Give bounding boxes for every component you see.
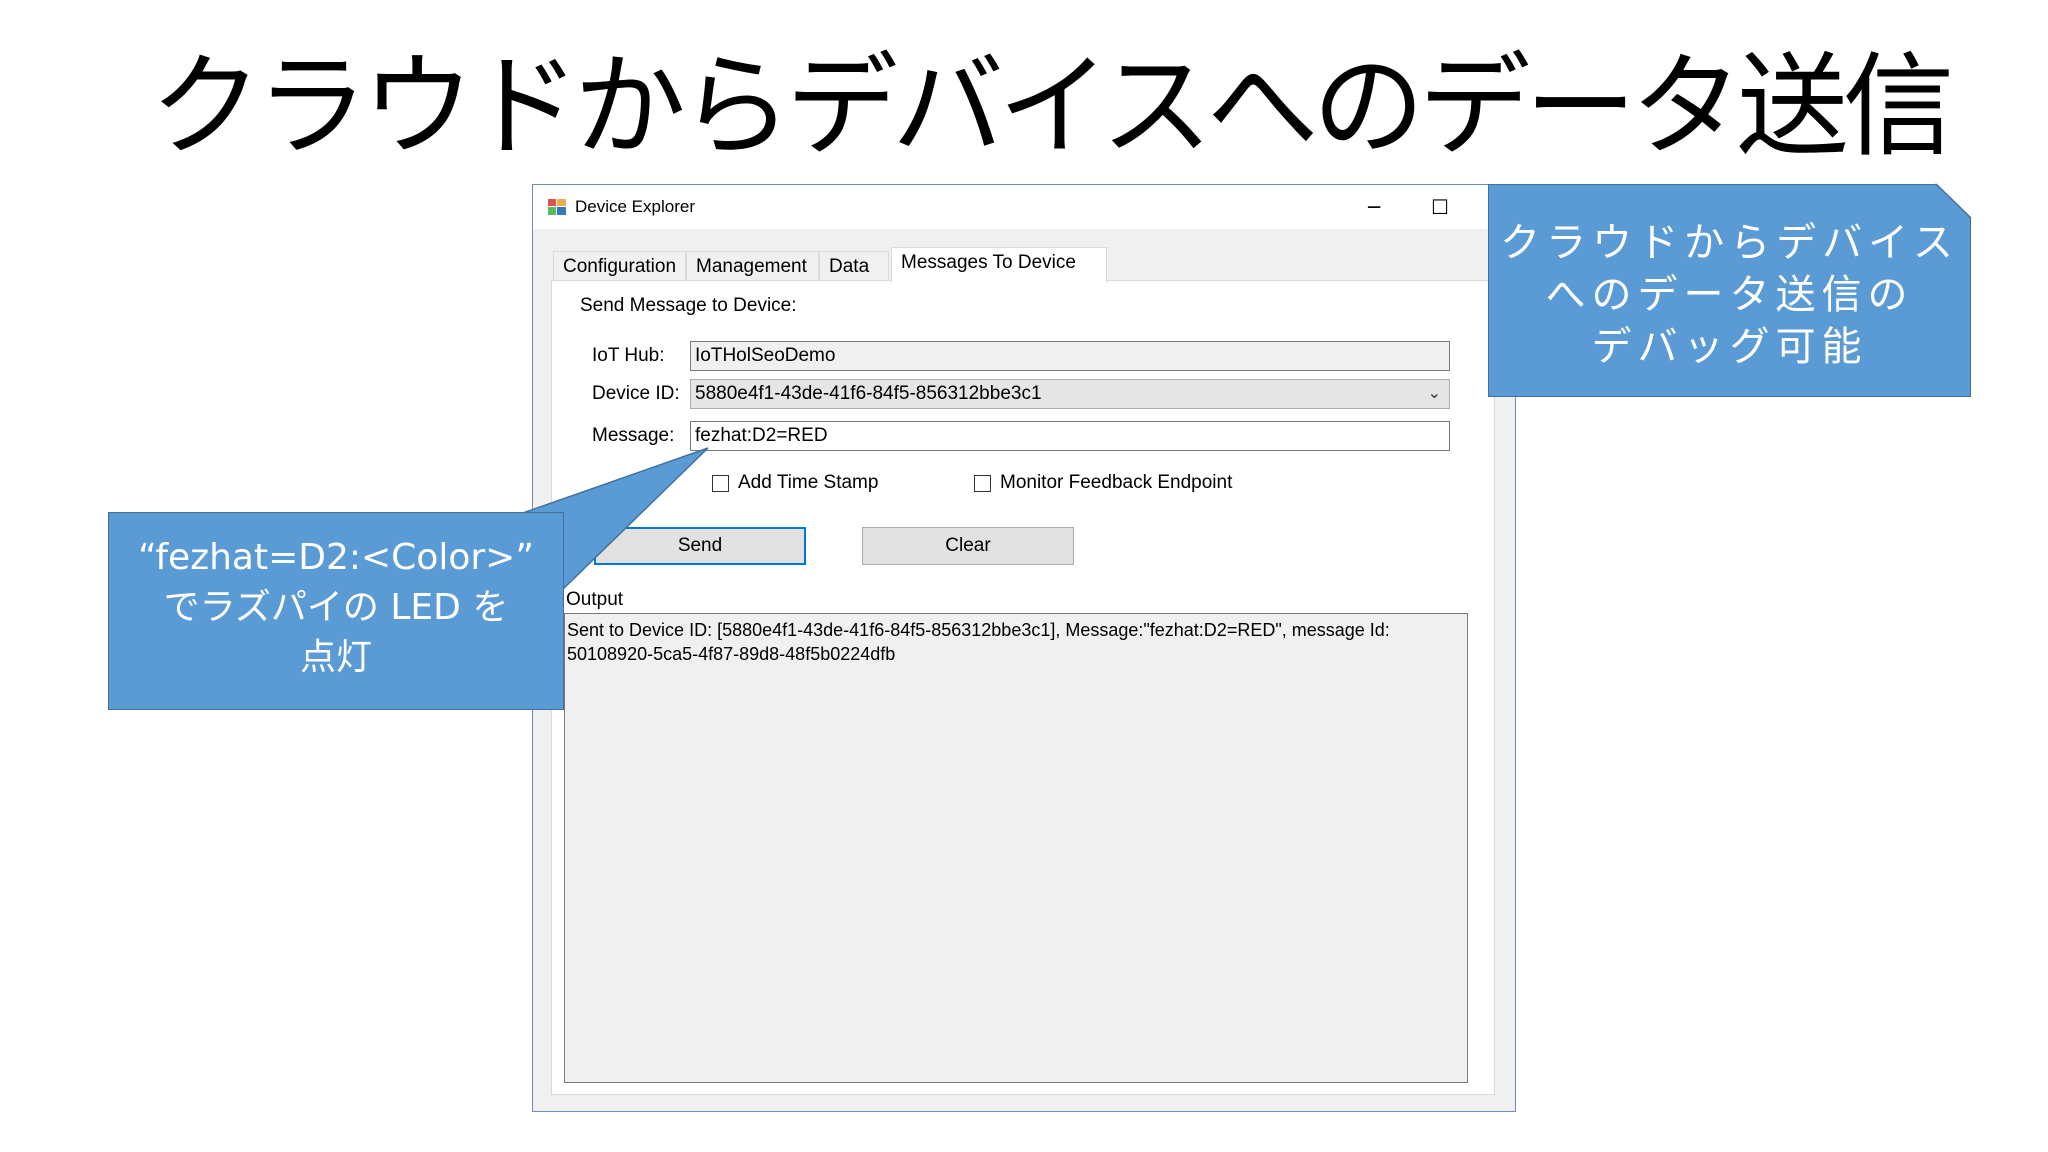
right-callout-line: へのデータ送信の	[1545, 272, 1914, 318]
right-callout: クラウドからデバイス へのデータ送信の デバッグ可能	[1488, 184, 1971, 397]
left-callout-line: 点灯	[299, 637, 372, 678]
left-callout-line: “fezhat=D2:<Color>”	[138, 537, 534, 578]
right-callout-line: デバッグ可能	[1591, 324, 1868, 370]
tab-messages-to-device[interactable]: Messages To Device	[891, 247, 1107, 283]
left-callout-line: でラズパイの LED を	[163, 587, 509, 628]
right-callout-line: クラウドからデバイス	[1500, 220, 1959, 266]
left-callout: “fezhat=D2:<Color>” でラズパイの LED を 点灯	[108, 512, 564, 710]
